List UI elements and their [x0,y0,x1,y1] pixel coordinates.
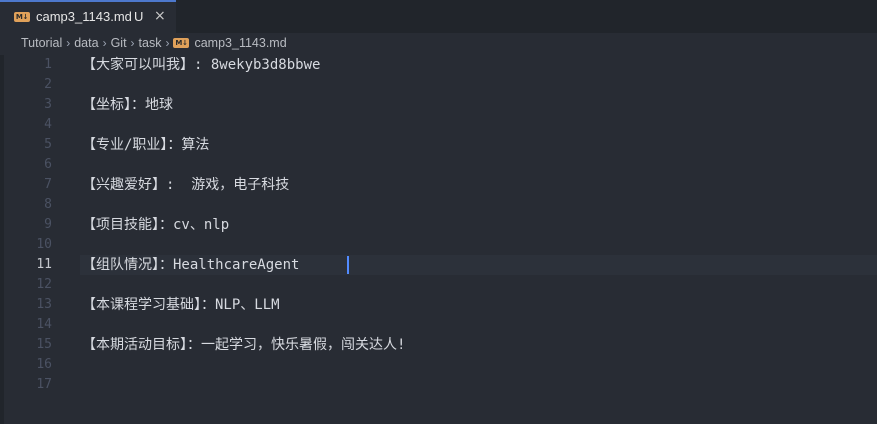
line-number: 9 [44,217,52,232]
code-line[interactable]: 【组队情况】：HealthcareAgent [82,255,299,275]
code-line[interactable]: 【本课程学习基础】：NLP、LLM [82,295,280,315]
line-number: 17 [36,377,52,392]
chevron-right-icon: › [165,36,170,50]
line-number: 14 [36,317,52,332]
line-number: 13 [36,297,52,312]
breadcrumb-item-data[interactable]: data [74,36,98,50]
line-number: 7 [44,177,52,192]
markdown-file-icon: M↓ [14,12,30,22]
line-number-gutter: 1 2 3 4 5 6 7 8 9 10 11 12 13 14 15 16 17 [0,55,60,424]
line-number: 4 [44,117,52,132]
code-line[interactable]: 【本期活动目标】：一起学习，快乐暑假，闯关达人! [82,335,405,355]
breadcrumb-item-tutorial[interactable]: Tutorial [21,36,62,50]
line-number: 1 [44,57,52,72]
editor-window: M↓ camp3_1143.md U × Tutorial › data › G… [0,0,877,424]
code-line[interactable]: 【坐标】：地球 [82,95,173,115]
line-number: 15 [36,337,52,352]
line-number: 6 [44,157,52,172]
tab-title: camp3_1143.md [36,9,132,24]
git-untracked-badge: U [134,9,144,24]
code-line[interactable]: 【大家可以叫我】: 8wekyb3d8bbwe [82,55,320,75]
close-icon[interactable]: × [154,8,166,24]
code-line[interactable]: 【专业/职业】：算法 [82,135,209,155]
text-cursor [347,256,349,274]
chevron-right-icon: › [66,36,71,50]
breadcrumb-item-git[interactable]: Git [111,36,127,50]
line-number: 11 [36,257,52,272]
tab-bar: M↓ camp3_1143.md U × [0,0,877,33]
breadcrumb-item-task[interactable]: task [139,36,162,50]
line-number: 16 [36,357,52,372]
code-line[interactable]: 【兴趣爱好】: 游戏，电子科技 [82,175,289,195]
line-number: 10 [36,237,52,252]
breadcrumb: Tutorial › data › Git › task › M↓ camp3_… [0,33,877,55]
line-number: 5 [44,137,52,152]
line-number: 3 [44,97,52,112]
line-number: 8 [44,197,52,212]
breadcrumb-item-file[interactable]: camp3_1143.md [194,36,286,50]
code-line[interactable]: 【项目技能】：cv、nlp [82,215,229,235]
tab-camp3-md[interactable]: M↓ camp3_1143.md U × [0,0,176,33]
markdown-file-icon: M↓ [173,38,190,48]
code-editor[interactable]: 1 2 3 4 5 6 7 8 9 10 11 12 13 14 15 16 17 【大家可以叫我】: 8wek… [0,55,877,424]
chevron-right-icon: › [102,36,107,50]
line-number: 2 [44,77,52,92]
chevron-right-icon: › [130,36,135,50]
line-number: 12 [36,277,52,292]
